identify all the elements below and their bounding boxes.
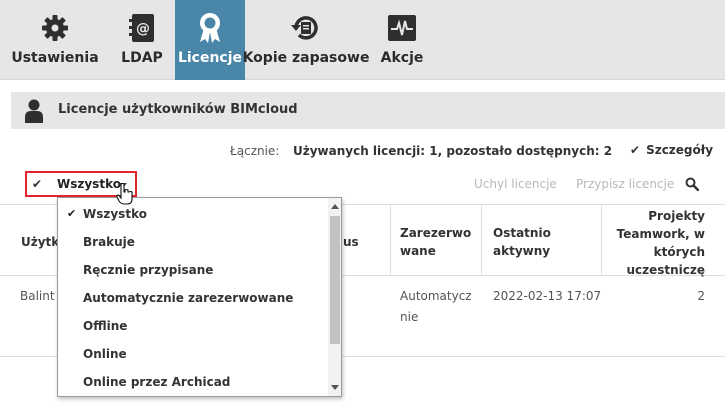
dropdown-option-recznie-przypisane[interactable]: Ręcznie przypisane (58, 256, 328, 284)
page-title: Licencje użytkowników BIMcloud (58, 102, 298, 117)
hand-cursor-icon (116, 182, 134, 209)
header-line: Ostatnio (493, 226, 551, 240)
tab-label: LDAP (121, 50, 163, 66)
user-icon (25, 99, 43, 127)
header-line: uczestniczę (626, 263, 705, 277)
option-label: Online przez Archicad (83, 375, 231, 389)
revoke-licenses-button[interactable]: Uchyl licencje (474, 177, 557, 191)
tab-licencje[interactable]: Licencje (175, 0, 245, 80)
option-label: Online (83, 347, 127, 361)
option-label: Brakuje (83, 235, 135, 249)
option-label: Ręcznie przypisane (83, 263, 214, 277)
header-line: wane (400, 244, 436, 258)
backup-history-icon (289, 11, 323, 45)
header-line: aktywny (493, 244, 551, 258)
dropdown-option-wszystko[interactable]: ✔ Wszystko (58, 200, 328, 228)
column-header-last-active[interactable]: Ostatnio aktywny (493, 224, 551, 260)
tab-label: Kopie zapasowe (242, 50, 370, 66)
scroll-down-arrow-icon[interactable] (331, 385, 339, 390)
checkmark-icon: ✔ (67, 207, 77, 220)
column-divider (481, 204, 482, 275)
option-label: Offline (83, 319, 128, 333)
tab-label: Licencje (177, 50, 243, 66)
cell-line: Automatycz (400, 289, 472, 303)
column-divider (601, 204, 602, 275)
column-header-projects[interactable]: Projekty Teamwork, w których uczestniczę (605, 207, 705, 279)
column-divider (390, 204, 391, 275)
scroll-up-arrow-icon[interactable] (331, 204, 339, 209)
section-header: Licencje użytkowników BIMcloud (11, 92, 725, 129)
search-icon[interactable] (685, 176, 700, 195)
tab-ldap[interactable]: @ LDAP (110, 0, 174, 80)
header-line: Teamwork, w (616, 227, 705, 241)
address-book-icon: @ (125, 11, 159, 45)
dropdown-option-online[interactable]: Online (58, 340, 328, 368)
svg-text:@: @ (136, 21, 150, 37)
cell-last-active: 2022-02-13 17:07 (493, 289, 602, 303)
details-label: Szczegóły (646, 143, 714, 157)
cell-projects: 2 (697, 289, 705, 303)
header-line: Zarezerwo (400, 226, 472, 240)
gear-icon (38, 11, 72, 45)
scrollbar-thumb[interactable] (330, 216, 340, 344)
checkmark-icon: ✔ (630, 143, 641, 157)
cell-user: Balint (20, 289, 55, 303)
option-label: Wszystko (83, 207, 147, 221)
dropdown-scrollbar[interactable] (328, 198, 341, 396)
cell-line: nie (400, 310, 419, 324)
cell-reserved: Automatycz nie (400, 286, 472, 328)
tab-akcje[interactable]: Akcje (367, 0, 437, 80)
activity-monitor-icon (385, 11, 419, 45)
tab-kopie-zapasowe[interactable]: Kopie zapasowe (242, 0, 370, 80)
dropdown-option-automatycznie-zarezerwowane[interactable]: Automatycznie zarezerwowane (58, 284, 328, 312)
summary-label: Łącznie: (230, 144, 280, 158)
top-navigation: Ustawienia @ LDAP Licencje Kopie zapasow… (0, 0, 725, 80)
dropdown-option-online-archicad[interactable]: Online przez Archicad (58, 368, 328, 396)
header-line: Projekty (648, 209, 705, 223)
column-header-user[interactable]: Użytk (21, 233, 59, 251)
filter-selected-label: Wszystko (57, 177, 121, 191)
column-header-reserved[interactable]: Zarezerwo wane (400, 224, 471, 260)
tab-ustawienia[interactable]: Ustawienia (0, 0, 110, 80)
dropdown-option-brakuje[interactable]: Brakuje (58, 228, 328, 256)
summary-value: Używanych licencji: 1, pozostało dostępn… (293, 144, 613, 158)
dropdown-option-offline[interactable]: Offline (58, 312, 328, 340)
award-ribbon-icon (193, 11, 227, 45)
column-header-status[interactable]: us (343, 233, 359, 251)
checkmark-icon: ✔ (32, 177, 43, 191)
assign-licenses-button[interactable]: Przypisz licencje (576, 177, 674, 191)
option-label: Automatycznie zarezerwowane (83, 291, 294, 305)
tab-label: Ustawienia (11, 50, 99, 66)
header-line: których (653, 245, 705, 259)
filter-dropdown-menu: ✔ Wszystko Brakuje Ręcznie przypisane Au… (57, 197, 342, 397)
details-toggle[interactable]: ✔ Szczegóły (630, 143, 713, 157)
tab-label: Akcje (380, 50, 424, 66)
